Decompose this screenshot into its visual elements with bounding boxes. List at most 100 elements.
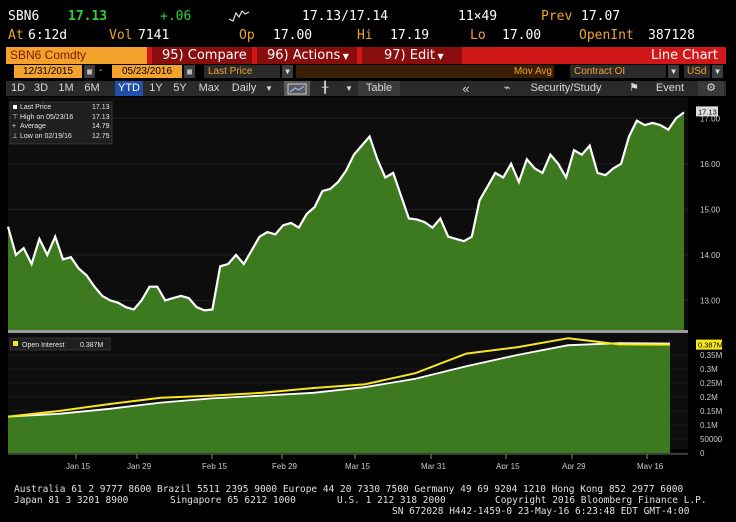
start-date-input[interactable]: 12/31/2015 — [14, 65, 82, 78]
period-select[interactable]: Daily — [228, 81, 260, 96]
field-select[interactable]: Last Price — [204, 65, 280, 78]
security-study-button[interactable]: Security/Study — [520, 81, 612, 96]
chart-type-label[interactable]: Line Chart — [651, 47, 718, 64]
svg-text:+: + — [12, 123, 16, 130]
actions-button[interactable]: 96) Actions ▼ — [257, 47, 357, 64]
at-label: At — [8, 28, 24, 43]
range-1y[interactable]: 1Y — [146, 81, 166, 96]
price-chart[interactable]: 17.0016.0015.0014.0013.00 17.13 Last Pri… — [6, 97, 726, 469]
svg-text:⊤: ⊤ — [12, 114, 18, 121]
legend-open-interest: Open Interest — [22, 342, 64, 349]
footer-line-2a: Japan 81 3 3201 8900 — [14, 495, 129, 506]
price-legend: Last Price 17.13 ⊤ High on 05/23/16 17.1… — [9, 101, 113, 145]
legend-high: High on 05/23/16 — [20, 114, 73, 121]
calendar-icon[interactable]: ▦ — [184, 65, 195, 78]
legend-average: Average — [20, 123, 46, 130]
vol-label: Vol — [109, 28, 133, 43]
dropdown-arrow-icon[interactable]: ▼ — [262, 81, 276, 96]
study-icon: ⌁ — [503, 82, 511, 94]
oi-y-tick: 0.3M — [700, 365, 718, 374]
range-3d[interactable]: 3D — [30, 81, 52, 96]
oi-legend: Open Interest 0.387M — [9, 337, 111, 351]
bid-ask: 17.13/17.14 — [302, 9, 389, 24]
legend-open-interest-value: 0.387M — [80, 342, 104, 349]
x-tick-label: May 16 — [637, 462, 664, 469]
oi-y-tick: 0 — [700, 449, 705, 458]
low-label: Lo — [470, 28, 486, 43]
currency-select[interactable]: USd — [684, 65, 710, 78]
gear-icon[interactable]: ⚙ — [698, 81, 724, 96]
x-tick-label: Apr 15 — [496, 462, 520, 469]
bid-ask-size: 11×49 — [458, 9, 498, 24]
back-button[interactable]: « — [452, 81, 480, 96]
range-1m[interactable]: 1M — [54, 81, 78, 96]
sparkline-icon — [228, 9, 250, 28]
open-label: Op — [239, 28, 255, 43]
price-last-label: 17.13 — [698, 107, 717, 116]
price-y-tick: 13.00 — [700, 296, 721, 305]
price-y-tick: 16.00 — [700, 160, 721, 169]
legend-last-price: Last Price — [20, 104, 51, 111]
prev-label: Prev — [541, 9, 573, 24]
edit-label: 97) Edit — [384, 48, 435, 63]
high-label: Hi — [357, 28, 373, 43]
ticker: SBN6 — [8, 9, 40, 24]
mov-avg-field[interactable]: Mov Avg — [296, 65, 554, 78]
flag-icon: ⚑ — [629, 82, 639, 94]
date-separator: - — [99, 65, 103, 76]
edit-button[interactable]: 97) Edit ▼ — [362, 47, 462, 64]
x-tick-label: Mar 15 — [345, 462, 370, 469]
dropdown-arrow-icon[interactable]: ▼ — [342, 81, 356, 96]
range-max[interactable]: Max — [194, 81, 224, 96]
legend-last-price-value: 17.13 — [92, 104, 110, 111]
oi-last-label: 0.387M — [698, 341, 723, 350]
x-tick-label: Apr 29 — [562, 462, 586, 469]
x-tick-label: Feb 15 — [202, 462, 227, 469]
table-button[interactable]: Table — [358, 81, 400, 96]
range-ytd[interactable]: YTD — [115, 81, 143, 96]
oi-y-tick: 0.25M — [700, 379, 723, 388]
x-tick-label: Jan 29 — [127, 462, 152, 469]
range-1d[interactable]: 1D — [8, 81, 28, 96]
last-price: 17.13 — [68, 9, 108, 24]
open-value: 17.00 — [273, 28, 313, 43]
x-tick-label: Mar 31 — [421, 462, 446, 469]
legend-average-value: 14.79 — [92, 123, 110, 130]
oi-y-tick: 0.1M — [700, 421, 718, 430]
event-button[interactable]: Event — [650, 81, 690, 96]
open-int-value: 387128 — [648, 28, 695, 43]
compare-button[interactable]: 95) Compare — [152, 47, 252, 64]
open-int-label: OpenInt — [579, 28, 634, 43]
range-6m[interactable]: 6M — [80, 81, 104, 96]
range-5y[interactable]: 5Y — [169, 81, 191, 96]
oi-last-tag: 0.387M — [696, 339, 723, 350]
footer-line-2d: Copyright 2016 Bloomberg Finance L.P. — [495, 495, 707, 506]
toolbar: SBN6 Comdty 95) Compare 96) Actions ▼ 97… — [6, 47, 726, 64]
price-last-tag: 17.13 — [696, 106, 718, 117]
footer-line-1: Australia 61 2 9777 8600 Brazil 5511 239… — [14, 484, 684, 495]
oi-y-tick: 0.35M — [700, 351, 723, 360]
line-draw-icon[interactable] — [284, 81, 310, 96]
end-date-input[interactable]: 05/23/2016 — [112, 65, 182, 78]
dropdown-arrow-icon: ▼ — [434, 52, 444, 61]
dropdown-arrow-icon[interactable]: ▼ — [668, 65, 679, 78]
dropdown-arrow-icon: ▼ — [340, 52, 349, 61]
security-field[interactable]: SBN6 Comdty — [6, 47, 147, 64]
oi-y-tick: 50000 — [700, 435, 723, 444]
prev-value: 17.07 — [581, 9, 621, 24]
contract-select[interactable]: Contract OI — [570, 65, 666, 78]
low-value: 17.00 — [502, 28, 542, 43]
dropdown-arrow-icon[interactable]: ▼ — [282, 65, 293, 78]
range-toolbar: 1D 3D 1M 6M YTD 1Y 5Y Max Daily ▼ ╂ ▼ Ta… — [6, 81, 726, 96]
price-y-tick: 14.00 — [700, 251, 721, 260]
dropdown-arrow-icon[interactable]: ▼ — [712, 65, 723, 78]
panel-divider[interactable] — [8, 330, 688, 333]
price-y-tick: 15.00 — [700, 205, 721, 214]
calendar-icon[interactable]: ▦ — [84, 65, 95, 78]
footer-line-2b: Singapore 65 6212 1000 — [170, 495, 296, 506]
oi-y-tick: 0.15M — [700, 407, 723, 416]
price-change: +.06 — [160, 9, 192, 24]
actions-label: 96) Actions — [267, 48, 341, 63]
oi-y-tick: 0.2M — [700, 393, 718, 402]
crosshair-icon[interactable]: ╂ — [312, 81, 338, 96]
